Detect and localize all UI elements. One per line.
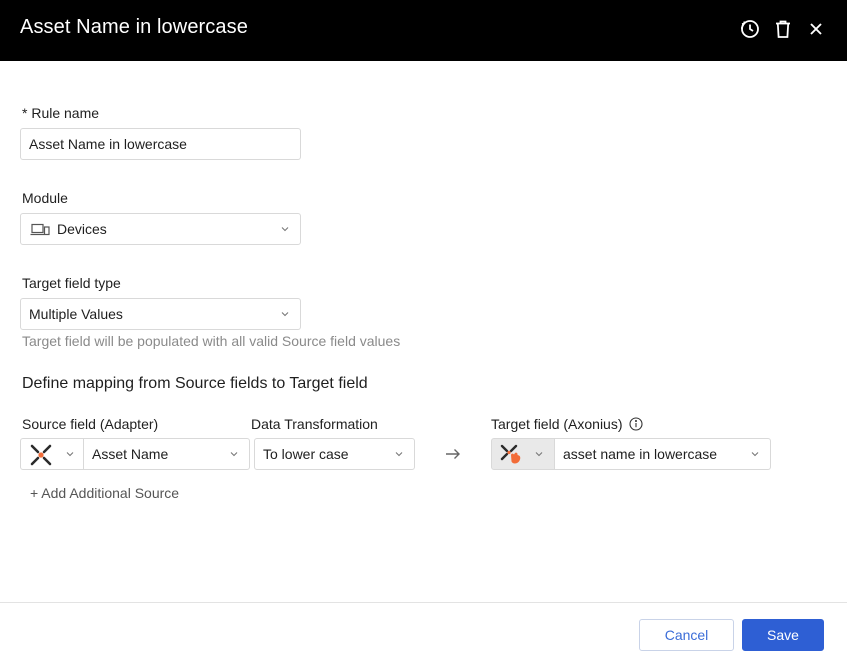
chevron-down-icon <box>534 449 544 459</box>
target-field-label: Target field (Axonius) <box>491 416 643 432</box>
add-additional-source-link[interactable]: + Add Additional Source <box>30 485 179 501</box>
source-field-select[interactable]: Asset Name <box>83 438 250 470</box>
target-field-type-hint: Target field will be populated with all … <box>22 333 401 349</box>
rule-name-input[interactable] <box>20 128 301 160</box>
data-transformation-select[interactable]: To lower case <box>254 438 415 470</box>
source-field-label: Source field (Adapter) <box>22 416 159 432</box>
target-adapter-select[interactable] <box>491 438 555 470</box>
info-icon[interactable] <box>629 417 643 431</box>
source-adapter-select[interactable] <box>20 438 84 470</box>
data-transformation-value: To lower case <box>263 446 349 462</box>
save-button[interactable]: Save <box>742 619 824 651</box>
module-select[interactable]: Devices <box>20 213 301 245</box>
history-icon[interactable] <box>739 18 761 40</box>
module-label: Module <box>22 190 68 206</box>
arrow-right-icon <box>444 446 462 462</box>
target-field-type-label: Target field type <box>22 275 121 291</box>
dialog-header: Asset Name in lowercase <box>0 0 847 61</box>
chevron-down-icon <box>280 309 290 319</box>
target-field-select[interactable]: asset name in lowercase <box>554 438 771 470</box>
chevron-down-icon <box>229 449 239 459</box>
target-field-label-text: Target field (Axonius) <box>491 416 623 432</box>
axonius-adapter-icon <box>29 443 53 467</box>
chevron-down-icon <box>750 449 760 459</box>
footer-divider <box>0 602 847 603</box>
mapping-section-title: Define mapping from Source fields to Tar… <box>22 375 368 392</box>
chevron-down-icon <box>280 224 290 234</box>
chevron-down-icon <box>65 449 75 459</box>
dialog-title: Asset Name in lowercase <box>20 16 248 38</box>
target-field-type-select[interactable]: Multiple Values <box>20 298 301 330</box>
trash-icon[interactable] <box>772 18 794 40</box>
rule-name-label: * Rule name <box>22 105 100 121</box>
target-field-value: asset name in lowercase <box>563 446 718 462</box>
data-transformation-label: Data Transformation <box>251 416 378 432</box>
devices-icon <box>30 223 50 237</box>
close-icon[interactable] <box>805 18 827 40</box>
axonius-custom-icon <box>500 444 524 466</box>
chevron-down-icon <box>394 449 404 459</box>
cancel-button[interactable]: Cancel <box>639 619 734 651</box>
source-field-value: Asset Name <box>92 446 169 462</box>
target-field-type-value: Multiple Values <box>29 306 123 322</box>
module-value: Devices <box>57 221 107 237</box>
